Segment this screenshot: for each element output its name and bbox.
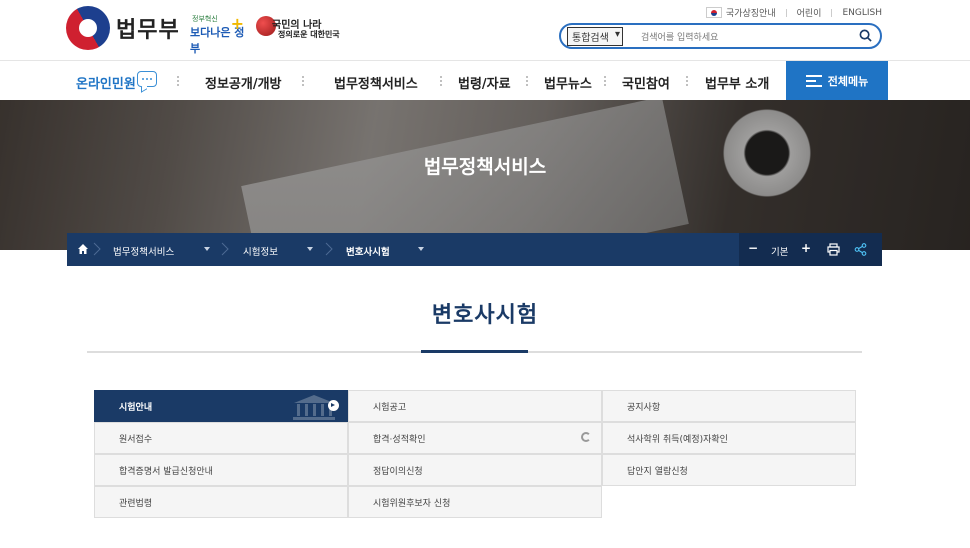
submenu-label: 시험위원후보자 신청 <box>373 498 451 509</box>
gov-innovation-slogan[interactable]: 정부혁신 보다나은 정부 + <box>190 14 246 55</box>
divider <box>831 8 833 17</box>
nav-online-petition[interactable]: 온라인민원 <box>76 73 136 92</box>
search-scope-value: 통합검색 <box>572 33 609 44</box>
korean-flag-icon <box>705 7 722 18</box>
submenu-label: 합격·성적확인 <box>373 434 426 445</box>
ministry-logo-text[interactable]: 법무부 <box>116 12 180 44</box>
slogan-small-text: 정부혁신 <box>192 15 218 23</box>
font-default-button[interactable]: 기본 <box>771 244 788 258</box>
home-icon[interactable] <box>77 243 89 255</box>
link-kids[interactable]: 어린이 <box>797 6 822 19</box>
national-slogan[interactable]: 국민의 나라 정의로운 대한민국 <box>256 14 346 42</box>
search-box: 통합검색 ▾ 검색어를 입력하세요 <box>559 23 882 49</box>
breadcrumb-exam-info[interactable]: 시험정보 <box>243 244 278 258</box>
dropdown-arrow-icon[interactable] <box>418 247 424 251</box>
search-input[interactable]: 검색어를 입력하세요 <box>641 30 718 43</box>
submenu-results[interactable]: 합격·성적확인 <box>348 422 602 454</box>
submenu-label: 원서접수 <box>119 434 153 445</box>
arrow-right-circle-icon <box>328 400 339 411</box>
site-header: 법무부 정부혁신 보다나은 정부 + 국민의 나라 정의로운 대한민국 국가상징… <box>0 0 970 60</box>
nav-divider <box>604 75 606 87</box>
submenu-examiner-candidate[interactable]: 시험위원후보자 신청 <box>348 486 602 518</box>
submenu-label: 정답이의신청 <box>373 466 423 477</box>
submenu-certificate-issue[interactable]: 합격증명서 발급신청안내 <box>94 454 348 486</box>
nav-policy-services[interactable]: 법무정책서비스 <box>334 73 418 92</box>
submenu-announcements[interactable]: 공지사항 <box>602 390 856 422</box>
all-menu-button[interactable]: 전체메뉴 <box>786 61 888 101</box>
search-icon[interactable] <box>859 29 872 42</box>
submenu-answer-sheet-view[interactable]: 답안지 열람신청 <box>602 454 856 486</box>
breadcrumb: 법무정책서비스 시험정보 변호사시험 − 기본 + <box>67 233 882 266</box>
menu-icon <box>805 75 822 87</box>
chat-bubble-icon <box>137 71 157 87</box>
font-increase-button[interactable]: + <box>801 241 811 255</box>
breadcrumb-policy-services[interactable]: 법무정책서비스 <box>113 244 174 258</box>
submenu-label: 시험안내 <box>119 402 153 413</box>
link-english[interactable]: ENGLISH <box>842 8 882 18</box>
nav-laws-materials[interactable]: 법령/자료 <box>458 73 511 92</box>
submenu-related-laws[interactable]: 관련법령 <box>94 486 348 518</box>
submenu-masters-degree-check[interactable]: 석사학위 취득(예정)자확인 <box>602 422 856 454</box>
share-icon[interactable] <box>854 243 867 256</box>
dropdown-arrow-icon[interactable] <box>307 247 313 251</box>
chevron-right-icon <box>325 242 333 256</box>
utility-links: 국가상징안내 어린이 ENGLISH <box>705 6 882 19</box>
submenu-label: 관련법령 <box>119 498 153 509</box>
divider <box>785 8 787 17</box>
submenu-label: 석사학위 취득(예정)자확인 <box>627 434 728 445</box>
nav-news[interactable]: 법무뉴스 <box>544 73 592 92</box>
search-scope-select[interactable]: 통합검색 ▾ <box>567 27 623 46</box>
nav-divider <box>686 75 688 87</box>
refresh-icon <box>581 432 591 442</box>
submenu-label: 합격증명서 발급신청안내 <box>119 466 213 477</box>
nav-about[interactable]: 법무부 소개 <box>705 73 769 92</box>
all-menu-label: 전체메뉴 <box>827 75 869 88</box>
ministry-logo-icon[interactable] <box>66 6 110 50</box>
breadcrumb-bar-exam[interactable]: 변호사시험 <box>346 244 390 258</box>
nav-divider <box>302 75 304 87</box>
font-decrease-button[interactable]: − <box>748 241 758 255</box>
nav-divider <box>440 75 442 87</box>
print-icon[interactable] <box>827 243 840 256</box>
nav-divider <box>177 75 179 87</box>
title-underline-accent <box>421 350 528 353</box>
slogan-line-2: 정의로운 대한민국 <box>278 30 340 39</box>
submenu-exam-guide[interactable]: 시험안내 <box>94 390 348 422</box>
submenu-application[interactable]: 원서접수 <box>94 422 348 454</box>
page-tools: − 기본 + <box>739 233 882 266</box>
nav-participation[interactable]: 국민참여 <box>622 73 670 92</box>
nav-info-disclosure[interactable]: 정보공개/개방 <box>205 73 282 92</box>
main-navigation: 온라인민원 정보공개/개방 법무정책서비스 법령/자료 법무뉴스 국민참여 법무… <box>0 60 970 101</box>
chevron-down-icon: ▾ <box>614 29 620 40</box>
dropdown-arrow-icon[interactable] <box>204 247 210 251</box>
submenu-exam-notice[interactable]: 시험공고 <box>348 390 602 422</box>
plus-icon: + <box>230 14 244 33</box>
nav-divider <box>526 75 528 87</box>
submenu-label: 공지사항 <box>627 402 661 413</box>
banner-title: 법무정책서비스 <box>423 156 547 178</box>
chevron-right-icon <box>221 242 229 256</box>
submenu-label: 답안지 열람신청 <box>627 466 688 477</box>
link-national-symbols[interactable]: 국가상징안내 <box>726 6 776 19</box>
hero-banner: 법무정책서비스 <box>0 100 970 250</box>
submenu-answer-objection[interactable]: 정답이의신청 <box>348 454 602 486</box>
submenu-label: 시험공고 <box>373 402 407 413</box>
page-title: 변호사시험 <box>431 303 539 328</box>
chevron-right-icon <box>93 242 101 256</box>
